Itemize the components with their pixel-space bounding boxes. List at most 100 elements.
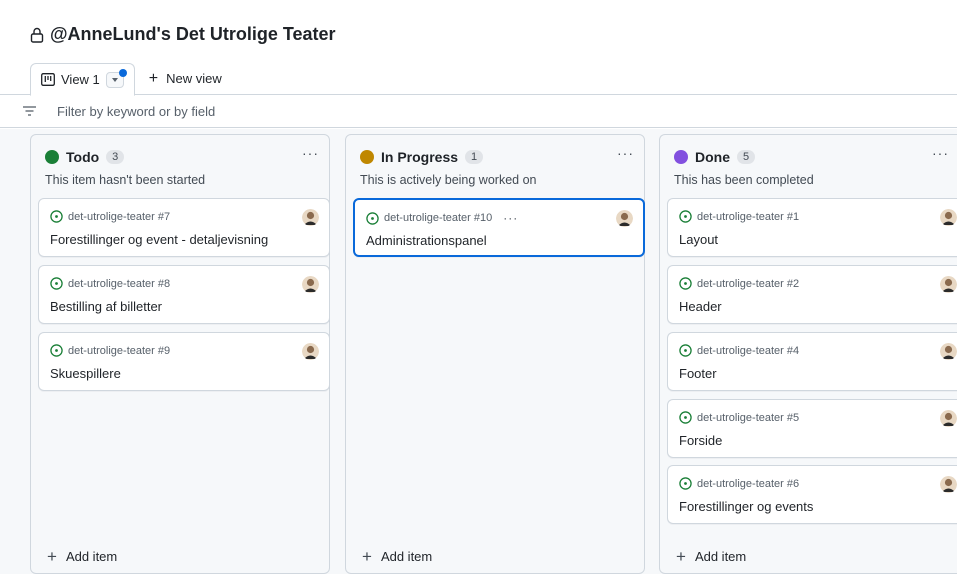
card-title[interactable]: Skuespillere bbox=[50, 366, 121, 381]
column-more-options-icon[interactable]: ··· bbox=[302, 145, 319, 161]
new-view-label: New view bbox=[166, 71, 222, 86]
column-more-options-icon[interactable]: ··· bbox=[932, 145, 949, 161]
card-reference-text[interactable]: det-utrolige-teater #6 bbox=[697, 478, 799, 490]
card-title[interactable]: Forside bbox=[679, 433, 722, 448]
add-item-button[interactable]: + Add item bbox=[676, 548, 746, 565]
project-title: @AnneLund's Det Utrolige Teater bbox=[50, 24, 336, 44]
board-card[interactable]: det-utrolige-teater #5 Forside bbox=[667, 399, 957, 458]
card-reference-text[interactable]: det-utrolige-teater #10 bbox=[384, 212, 492, 224]
card-reference: det-utrolige-teater #8 bbox=[50, 277, 170, 290]
issue-opened-icon bbox=[50, 210, 63, 223]
column-description: This item hasn't been started bbox=[45, 173, 206, 187]
card-reference-text[interactable]: det-utrolige-teater #7 bbox=[68, 211, 170, 223]
column-more-options-icon[interactable]: ··· bbox=[617, 145, 634, 161]
column-description: This has been completed bbox=[674, 173, 814, 187]
plus-icon: + bbox=[47, 547, 57, 566]
issue-opened-icon bbox=[50, 344, 63, 357]
card-reference-text[interactable]: det-utrolige-teater #8 bbox=[68, 278, 170, 290]
column-header: Todo 3 bbox=[45, 149, 125, 165]
column-description: This is actively being worked on bbox=[360, 173, 537, 187]
view-options-button[interactable] bbox=[105, 68, 127, 88]
chevron-down-icon bbox=[111, 77, 118, 82]
column-title: Done bbox=[695, 149, 730, 165]
card-reference: det-utrolige-teater #7 bbox=[50, 210, 170, 223]
add-item-label: Add item bbox=[65, 549, 118, 564]
assignee-avatar[interactable] bbox=[616, 210, 633, 227]
assignee-avatar[interactable] bbox=[940, 276, 957, 293]
project-header: @AnneLund's Det Utrolige Teater View 1 +… bbox=[0, 0, 957, 96]
card-title[interactable]: Layout bbox=[679, 232, 718, 247]
tab-view-1-label: View 1 bbox=[61, 72, 100, 87]
issue-opened-icon bbox=[366, 211, 379, 225]
card-title[interactable]: Header bbox=[679, 299, 722, 314]
column-title: Todo bbox=[66, 149, 100, 165]
tab-view-1[interactable]: View 1 bbox=[30, 63, 135, 96]
board-icon bbox=[41, 73, 55, 86]
item-count-badge: 3 bbox=[106, 150, 125, 164]
card-reference: det-utrolige-teater #5 bbox=[679, 411, 799, 424]
assignee-avatar[interactable] bbox=[302, 276, 319, 293]
card-reference: det-utrolige-teater #4 bbox=[679, 344, 799, 357]
new-view-button[interactable]: + New view bbox=[135, 62, 234, 95]
card-more-options-icon[interactable]: ··· bbox=[503, 211, 518, 225]
title-row: @AnneLund's Det Utrolige Teater bbox=[30, 24, 336, 45]
issue-opened-icon bbox=[679, 477, 692, 490]
status-dot-done bbox=[674, 150, 688, 164]
add-item-button[interactable]: + Add item bbox=[47, 548, 117, 565]
card-title[interactable]: Forestillinger og event - detaljevisning bbox=[50, 232, 268, 247]
card-reference-text[interactable]: det-utrolige-teater #9 bbox=[68, 345, 170, 357]
column-header: Done 5 bbox=[674, 149, 756, 165]
item-count-badge: 1 bbox=[465, 150, 484, 164]
board-card[interactable]: det-utrolige-teater #4 Footer bbox=[667, 332, 957, 391]
view-tabs: View 1 + New view bbox=[30, 62, 234, 96]
card-reference-text[interactable]: det-utrolige-teater #5 bbox=[697, 412, 799, 424]
issue-opened-icon bbox=[679, 277, 692, 290]
column-todo: Todo 3 ··· This item hasn't been started… bbox=[30, 134, 330, 574]
assignee-avatar[interactable] bbox=[302, 343, 319, 360]
add-item-button[interactable]: + Add item bbox=[362, 548, 432, 565]
item-count-badge: 5 bbox=[737, 150, 756, 164]
card-title[interactable]: Footer bbox=[679, 366, 717, 381]
assignee-avatar[interactable] bbox=[940, 476, 957, 493]
status-dot-todo bbox=[45, 150, 59, 164]
assignee-avatar[interactable] bbox=[940, 410, 957, 427]
board-card[interactable]: det-utrolige-teater #8 Bestilling af bil… bbox=[38, 265, 330, 324]
column-in-progress: In Progress 1 ··· This is actively being… bbox=[345, 134, 645, 574]
column-title: In Progress bbox=[381, 149, 459, 165]
assignee-avatar[interactable] bbox=[940, 209, 957, 226]
issue-opened-icon bbox=[679, 344, 692, 357]
board-card[interactable]: det-utrolige-teater #6 Forestillinger og… bbox=[667, 465, 957, 524]
board-card[interactable]: det-utrolige-teater #7 Forestillinger og… bbox=[38, 198, 330, 257]
filter-bar: Filter by keyword or by field bbox=[0, 96, 957, 128]
filter-input[interactable]: Filter by keyword or by field bbox=[57, 104, 215, 119]
card-reference-text[interactable]: det-utrolige-teater #4 bbox=[697, 345, 799, 357]
card-title[interactable]: Administrationspanel bbox=[366, 233, 487, 248]
card-reference-text[interactable]: det-utrolige-teater #2 bbox=[697, 278, 799, 290]
board: Todo 3 ··· This item hasn't been started… bbox=[0, 129, 957, 574]
card-reference: det-utrolige-teater #9 bbox=[50, 344, 170, 357]
filter-icon[interactable] bbox=[23, 106, 36, 116]
lock-icon bbox=[30, 27, 44, 43]
add-item-label: Add item bbox=[380, 549, 433, 564]
board-card[interactable]: det-utrolige-teater #1 Layout bbox=[667, 198, 957, 257]
column-done: Done 5 ··· This has been completed det-u… bbox=[659, 134, 957, 574]
card-reference: det-utrolige-teater #1 bbox=[679, 210, 799, 223]
card-reference: det-utrolige-teater #10 ··· bbox=[366, 211, 518, 225]
board-card[interactable]: det-utrolige-teater #9 Skuespillere bbox=[38, 332, 330, 391]
card-reference-text[interactable]: det-utrolige-teater #1 bbox=[697, 211, 799, 223]
status-dot-in-progress bbox=[360, 150, 374, 164]
plus-icon: + bbox=[362, 547, 372, 566]
plus-icon: + bbox=[148, 69, 159, 87]
plus-icon: + bbox=[676, 547, 686, 566]
assignee-avatar[interactable] bbox=[302, 209, 319, 226]
issue-opened-icon bbox=[679, 411, 692, 424]
issue-opened-icon bbox=[50, 277, 63, 290]
board-card[interactable]: det-utrolige-teater #2 Header bbox=[667, 265, 957, 324]
column-header: In Progress 1 bbox=[360, 149, 484, 165]
card-reference: det-utrolige-teater #2 bbox=[679, 277, 799, 290]
issue-opened-icon bbox=[679, 210, 692, 223]
board-card-selected[interactable]: det-utrolige-teater #10 ··· Administrati… bbox=[353, 198, 645, 257]
assignee-avatar[interactable] bbox=[940, 343, 957, 360]
card-title[interactable]: Forestillinger og events bbox=[679, 499, 813, 514]
card-title[interactable]: Bestilling af billetter bbox=[50, 299, 162, 314]
